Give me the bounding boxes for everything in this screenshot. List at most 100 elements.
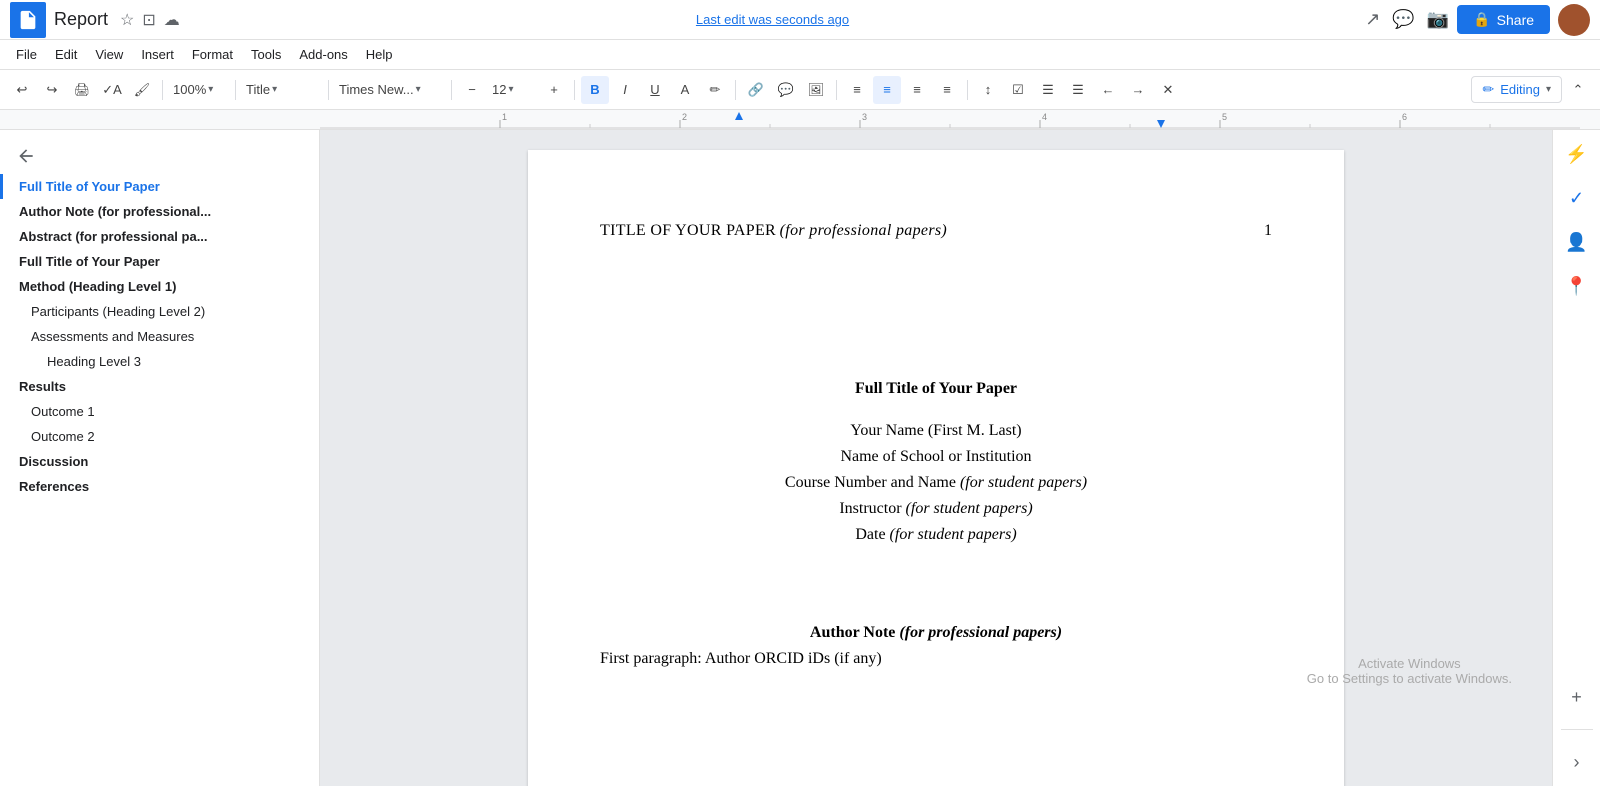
indent-increase-button[interactable]: → <box>1124 76 1152 104</box>
font-color-button[interactable]: A <box>671 76 699 104</box>
sidebar-item-results[interactable]: Results <box>0 374 319 399</box>
star-icon[interactable]: ☆ <box>120 10 134 30</box>
instructor-italic: (for student papers) <box>906 500 1033 517</box>
menu-view[interactable]: View <box>87 44 131 65</box>
print-button[interactable]: 🖨 <box>68 76 96 104</box>
meet-icon[interactable]: 📷 <box>1427 9 1449 30</box>
sidebar-item-abstract[interactable]: Abstract (for professional pa... <box>0 224 319 249</box>
svg-text:6: 6 <box>1402 112 1407 122</box>
align-right-button[interactable]: ≡ <box>903 76 931 104</box>
sidebar-item-full-title[interactable]: Full Title of Your Paper <box>0 249 319 274</box>
doc-title: Report <box>54 9 108 30</box>
history-icon[interactable]: ⊡ <box>142 10 155 30</box>
font-value: Times New... <box>339 82 414 97</box>
menu-addons[interactable]: Add-ons <box>291 44 355 65</box>
sidebar-item-outcome2[interactable]: Outcome 2 <box>0 424 319 449</box>
course-info: Course Number and Name (for student pape… <box>600 474 1272 492</box>
font-size-chevron: ▾ <box>508 84 513 95</box>
font-dropdown[interactable]: Times New... ▾ <box>335 76 445 104</box>
indent-decrease-button[interactable]: ← <box>1094 76 1122 104</box>
italic-button[interactable]: I <box>611 76 639 104</box>
comments-icon[interactable]: 💬 <box>1392 9 1414 30</box>
running-head-italic: (for professional papers) <box>780 222 947 239</box>
separator-2 <box>235 80 236 100</box>
trending-icon[interactable]: ↗ <box>1365 9 1380 30</box>
image-button[interactable]: 🖼 <box>802 76 830 104</box>
toolbar: ↩ ↪ 🖨 ✓A 🖌 100% ▾ Title ▾ Times New... ▾… <box>0 70 1600 110</box>
menu-bar: File Edit View Insert Format Tools Add-o… <box>0 40 1600 70</box>
menu-help[interactable]: Help <box>358 44 401 65</box>
user-avatar[interactable] <box>1558 4 1590 36</box>
style-dropdown[interactable]: Title ▾ <box>242 76 322 104</box>
page-header: TITLE OF YOUR PAPER (for professional pa… <box>600 222 1272 240</box>
editing-chevron: ▾ <box>1546 84 1551 95</box>
sidebar-back-button[interactable] <box>0 142 319 174</box>
zoom-dropdown[interactable]: 100% ▾ <box>169 76 229 104</box>
svg-text:5: 5 <box>1222 112 1227 122</box>
numbered-list-button[interactable]: ☰ <box>1064 76 1092 104</box>
paper-main-title: Full Title of Your Paper <box>600 380 1272 398</box>
last-edit-text[interactable]: Last edit was seconds ago <box>696 12 849 27</box>
menu-tools[interactable]: Tools <box>243 44 289 65</box>
share-button[interactable]: 🔒 Share <box>1457 5 1550 34</box>
checklist-button[interactable]: ☑ <box>1004 76 1032 104</box>
comment-button[interactable]: 💬 <box>772 76 800 104</box>
user-icon[interactable]: 👤 <box>1561 226 1593 258</box>
cloud-icon[interactable]: ☁ <box>164 10 180 30</box>
sidebar-item-method[interactable]: Method (Heading Level 1) <box>0 274 319 299</box>
sidebar-item-references[interactable]: References <box>0 474 319 499</box>
check-circle-icon[interactable]: ✓ <box>1561 182 1593 214</box>
align-center-button[interactable]: ≡ <box>873 76 901 104</box>
menu-format[interactable]: Format <box>184 44 241 65</box>
running-head: TITLE OF YOUR PAPER (for professional pa… <box>600 222 947 240</box>
link-button[interactable]: 🔗 <box>742 76 770 104</box>
document-body: Full Title of Your Paper Your Name (Firs… <box>600 380 1272 544</box>
menu-edit[interactable]: Edit <box>47 44 85 65</box>
bold-button[interactable]: B <box>581 76 609 104</box>
sidebar-item-outcome1[interactable]: Outcome 1 <box>0 399 319 424</box>
style-chevron: ▾ <box>272 84 277 95</box>
menu-file[interactable]: File <box>8 44 45 65</box>
line-spacing-button[interactable]: ↕ <box>974 76 1002 104</box>
font-size-decrease[interactable]: − <box>458 76 486 104</box>
notification-icon[interactable]: ⚡ <box>1561 138 1593 170</box>
sidebar-item-heading3[interactable]: Heading Level 3 <box>0 349 319 374</box>
paintformat-button[interactable]: 🖌 <box>128 76 156 104</box>
share-label: Share <box>1497 12 1534 28</box>
add-icon[interactable]: + <box>1561 681 1593 713</box>
course-italic: (for student papers) <box>960 474 1087 491</box>
location-icon[interactable]: 📍 <box>1561 270 1593 302</box>
font-size-dropdown[interactable]: 12 ▾ <box>488 76 538 104</box>
highlight-button[interactable]: ✏ <box>701 76 729 104</box>
collapse-toolbar-button[interactable]: ⌃ <box>1564 76 1592 104</box>
course-label: Course Number and Name <box>785 474 956 491</box>
editing-pencil-icon: ✏ <box>1482 81 1494 98</box>
paper[interactable]: TITLE OF YOUR PAPER (for professional pa… <box>528 150 1344 786</box>
ruler: 1 2 3 4 5 6 <box>0 110 1600 130</box>
align-left-button[interactable]: ≡ <box>843 76 871 104</box>
menu-insert[interactable]: Insert <box>133 44 182 65</box>
separator-6 <box>735 80 736 100</box>
ruler-svg: 1 2 3 4 5 6 <box>320 110 1580 130</box>
clear-formatting-button[interactable]: ✕ <box>1154 76 1182 104</box>
expand-icon[interactable]: › <box>1561 746 1593 778</box>
page-number: 1 <box>1264 222 1272 240</box>
editing-mode-button[interactable]: ✏ Editing ▾ <box>1471 76 1562 103</box>
date-italic: (for student papers) <box>890 526 1017 543</box>
sidebar-item-discussion[interactable]: Discussion <box>0 449 319 474</box>
document-area[interactable]: TITLE OF YOUR PAPER (for professional pa… <box>320 130 1552 786</box>
sidebar-item-full-title-active[interactable]: Full Title of Your Paper <box>0 174 319 199</box>
separator-1 <box>162 80 163 100</box>
align-justify-button[interactable]: ≡ <box>933 76 961 104</box>
underline-button[interactable]: U <box>641 76 669 104</box>
redo-button[interactable]: ↪ <box>38 76 66 104</box>
main-area: Full Title of Your Paper Author Note (fo… <box>0 130 1600 786</box>
sidebar-item-participants[interactable]: Participants (Heading Level 2) <box>0 299 319 324</box>
spellcheck-button[interactable]: ✓A <box>98 76 126 104</box>
sidebar-item-assessments[interactable]: Assessments and Measures <box>0 324 319 349</box>
bullet-list-button[interactable]: ☰ <box>1034 76 1062 104</box>
undo-button[interactable]: ↩ <box>8 76 36 104</box>
instructor-info: Instructor (for student papers) <box>600 500 1272 518</box>
sidebar-item-author-note[interactable]: Author Note (for professional... <box>0 199 319 224</box>
font-size-increase[interactable]: + <box>540 76 568 104</box>
